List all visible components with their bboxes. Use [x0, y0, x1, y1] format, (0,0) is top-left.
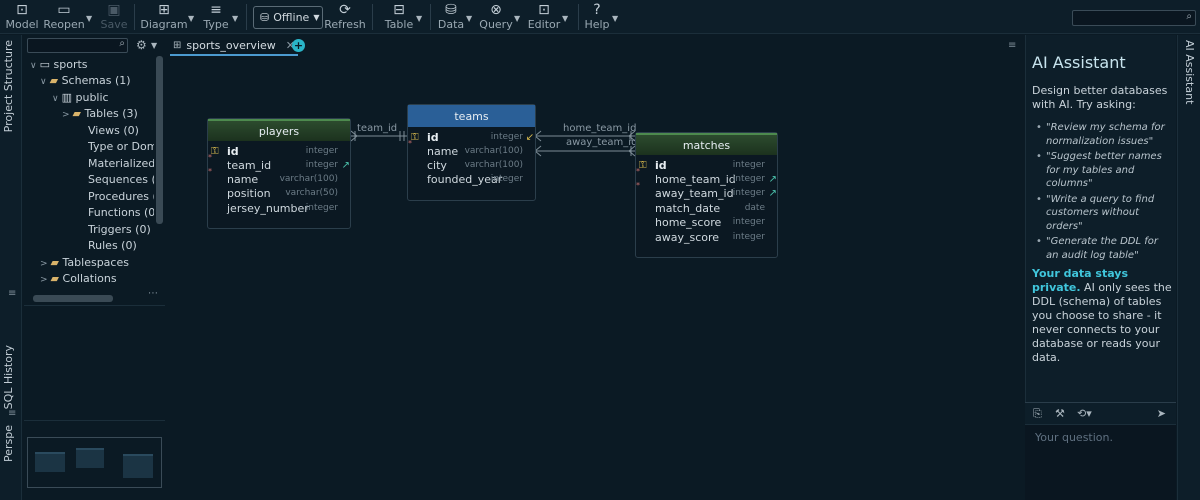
column-row[interactable]: founded_year integer	[408, 172, 535, 186]
foreign-key-icon: ↗	[768, 187, 777, 199]
entity-teams[interactable]: teams ⚿ id integer ↙ * name varchar(100) city…	[407, 104, 536, 201]
column-row[interactable]: jersey_number integer	[208, 201, 350, 215]
column-row[interactable]: home_score integer	[636, 215, 777, 229]
column-row[interactable]: * name varchar(100)	[208, 167, 350, 186]
ai-suggestion-list: "Review my schema for normalization issu…	[1036, 121, 1172, 264]
not-null-marker: *	[636, 167, 640, 176]
column-row[interactable]: city varchar(100)	[408, 158, 535, 172]
relation-label-away-team-id: away_team_id	[566, 137, 638, 148]
column-row[interactable]: away_score integer	[636, 230, 777, 244]
entity-header: players	[208, 119, 350, 141]
entity-matches[interactable]: matches ⚿ id integer * home_team_id integer ↗…	[635, 132, 778, 258]
ai-suggestion[interactable]: "Review my schema for normalization issu…	[1036, 121, 1172, 148]
not-null-marker: *	[208, 167, 212, 176]
tools-icon[interactable]: ⚒	[1055, 407, 1065, 420]
ai-suggestion[interactable]: "Suggest better names for my tables and …	[1036, 150, 1172, 191]
foreign-key-icon: ↗	[768, 173, 777, 185]
ai-intro-text: Design better databases with AI. Try ask…	[1032, 84, 1168, 111]
column-row[interactable]: position varchar(50)	[208, 186, 350, 200]
column-row[interactable]: * away_team_id integer ↗	[636, 181, 777, 200]
referenced-key-icon: ↙	[525, 131, 534, 143]
column-row[interactable]: match_date date	[636, 201, 777, 215]
attach-icon[interactable]: ⎘	[1033, 407, 1042, 421]
ai-assistant-tab[interactable]: AI Assistant	[1183, 40, 1196, 104]
ai-privacy-note: Your data stays private. AI only sees th…	[1032, 267, 1172, 364]
not-null-marker: *	[636, 181, 640, 190]
column-row[interactable]: ⚿ id integer ↙	[408, 130, 535, 144]
ai-question-input[interactable]: Your question.	[1025, 424, 1176, 500]
right-tool-rail: AI Assistant	[1177, 35, 1200, 500]
primary-key-icon: ⚿	[411, 131, 419, 143]
relation-label-team-id: team_id	[357, 123, 398, 134]
column-row[interactable]: ⚿ id integer	[636, 158, 777, 172]
primary-key-icon: ⚿	[211, 145, 219, 157]
entity-header: matches	[636, 133, 777, 155]
ai-input-toolbar: ⎘ ⚒ ⟲▾ ➤	[1025, 402, 1176, 424]
column-row[interactable]: * name varchar(100)	[408, 139, 535, 158]
column-row[interactable]: ⚿ id integer	[208, 144, 350, 158]
relation-label-home-team-id: home_team_id	[563, 123, 637, 134]
entity-players[interactable]: players ⚿ id integer * team_id integer ↗ * nam…	[207, 118, 351, 229]
foreign-key-icon: ↗	[341, 159, 350, 171]
send-icon[interactable]: ➤	[1157, 407, 1166, 420]
ai-suggestion[interactable]: "Write a query to find customers without…	[1036, 193, 1172, 234]
entity-header: teams	[408, 105, 535, 127]
relation-lines	[350, 130, 636, 157]
not-null-marker: *	[408, 139, 412, 148]
column-row[interactable]: * home_team_id integer ↗	[636, 167, 777, 186]
ai-suggestion[interactable]: "Generate the DDL for an audit log table…	[1036, 235, 1172, 262]
history-icon[interactable]: ⟲▾	[1077, 407, 1092, 420]
ai-panel-title: AI Assistant	[1032, 53, 1126, 72]
column-row[interactable]: * team_id integer ↗	[208, 153, 350, 172]
primary-key-icon: ⚿	[639, 159, 647, 171]
not-null-marker: *	[208, 153, 212, 162]
